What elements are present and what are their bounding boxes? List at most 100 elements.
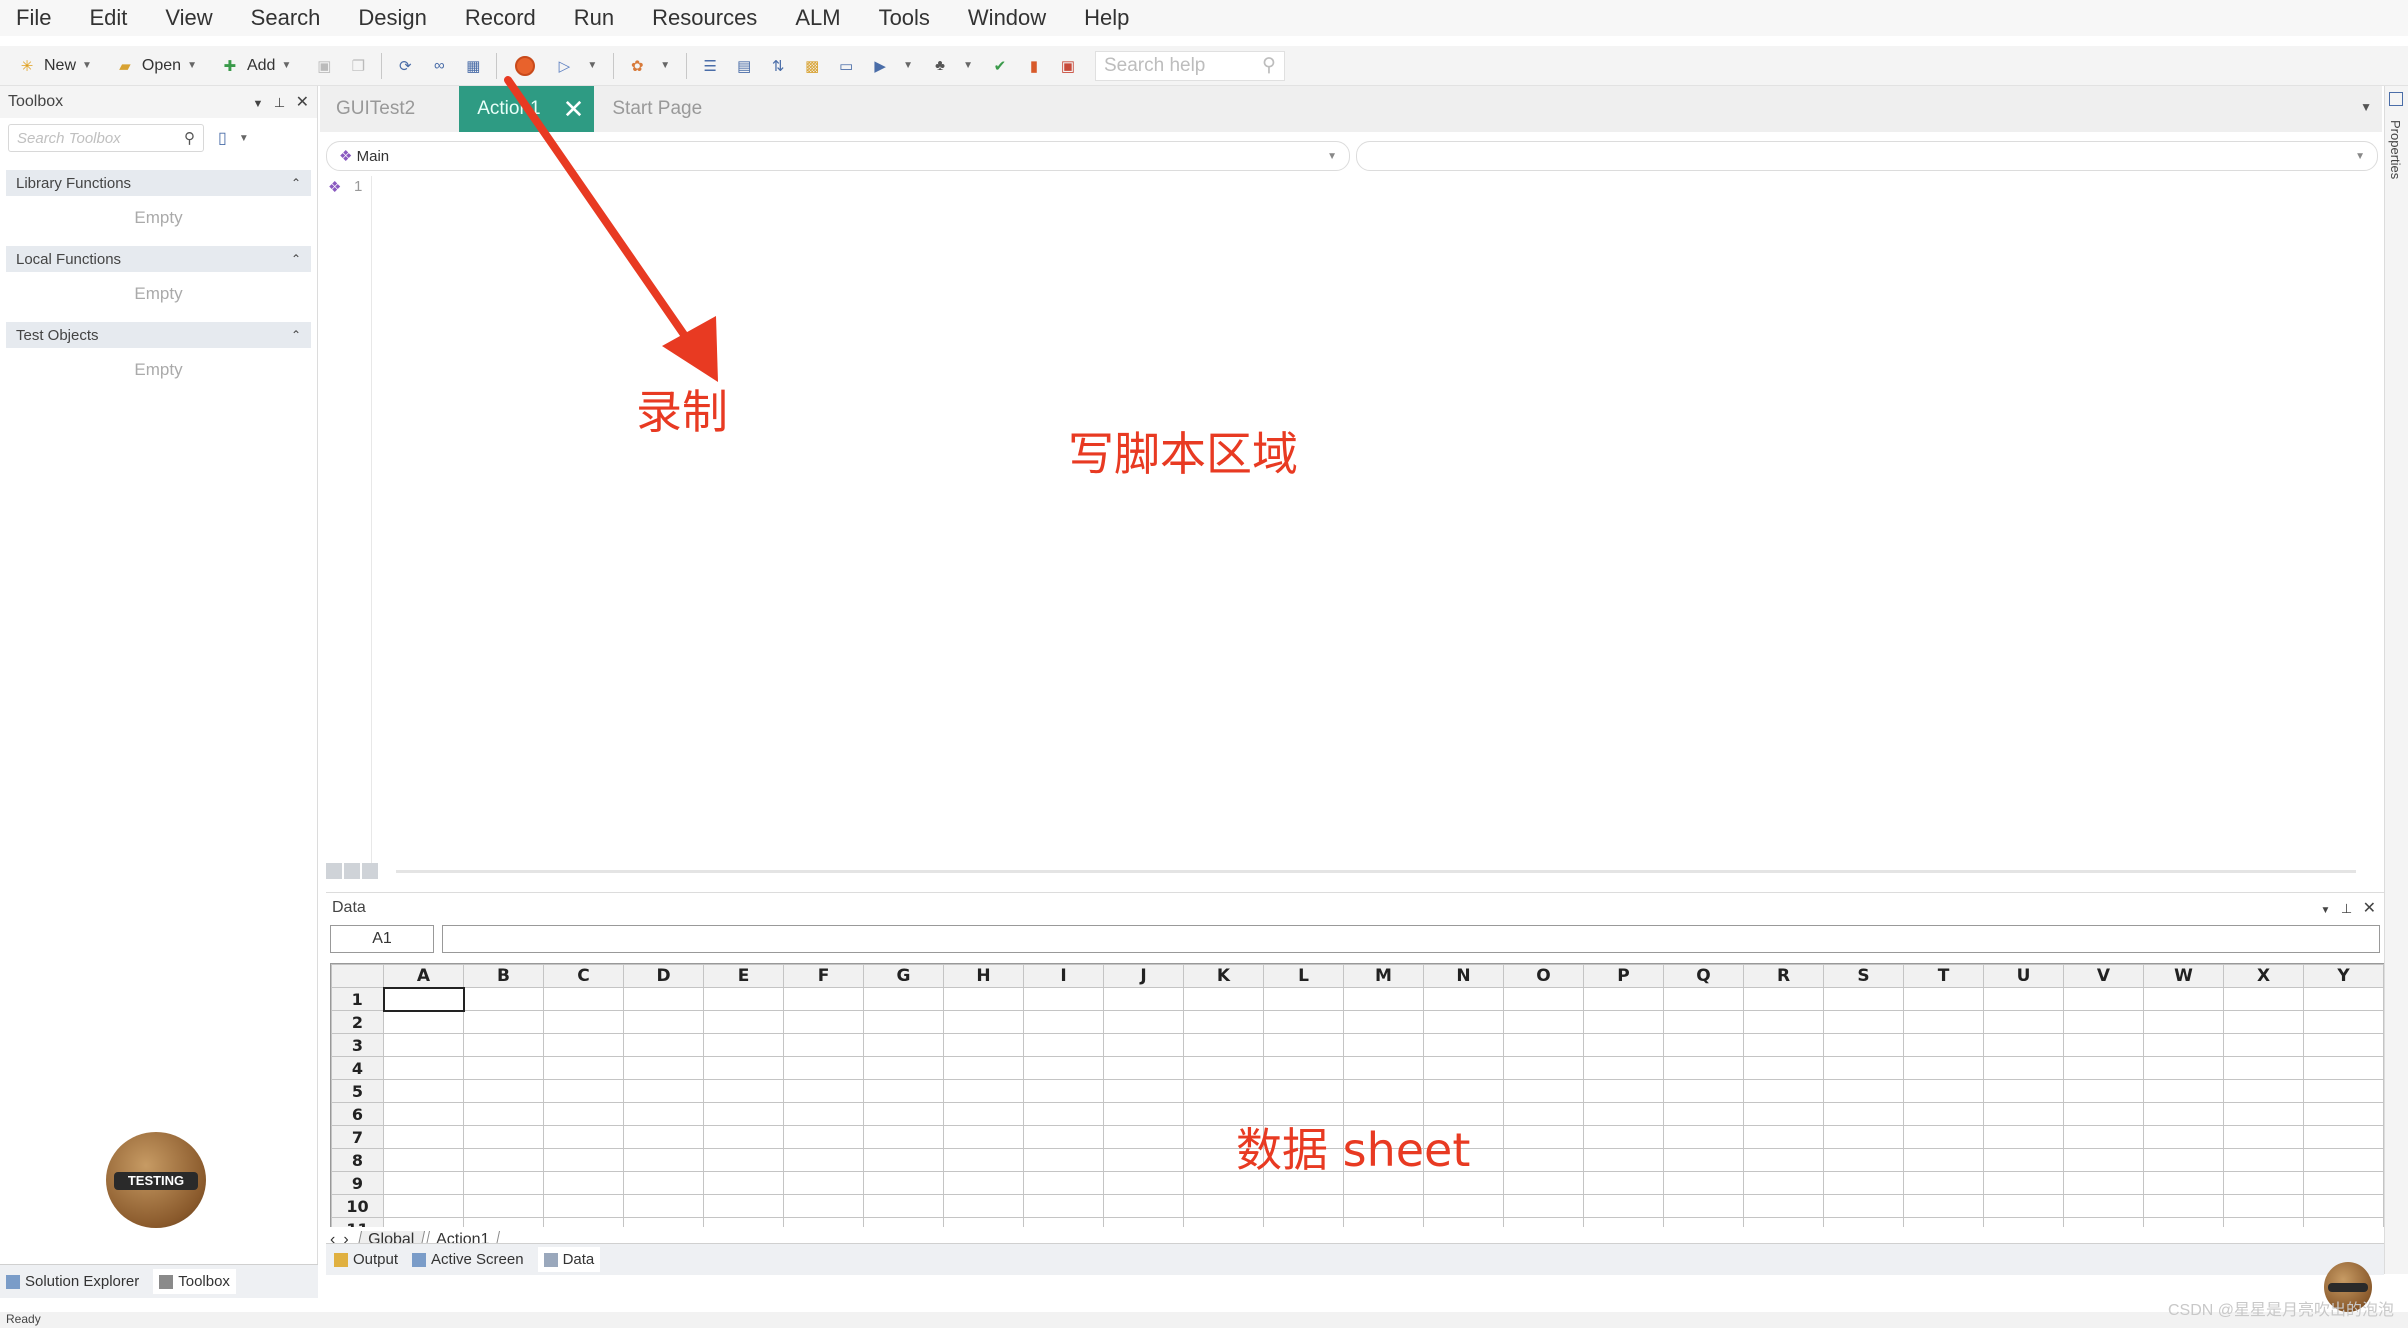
row-header[interactable]: 8 (331, 1148, 384, 1172)
sheet-cell[interactable] (1023, 987, 1104, 1011)
tab-guitest2[interactable]: GUITest2 (320, 86, 459, 132)
sheet-cell[interactable] (383, 1194, 464, 1218)
sheet-cell[interactable] (1343, 1217, 1424, 1227)
sheet-cell[interactable] (1983, 1010, 2064, 1034)
sheet-cell[interactable] (2303, 1033, 2384, 1057)
sheet-cell[interactable] (2143, 1194, 2224, 1218)
spy-icon[interactable]: ✔ (990, 56, 1010, 76)
sheet-cell[interactable] (2303, 1056, 2384, 1080)
add-button[interactable]: ✚ Add ▼ (213, 51, 301, 81)
sheet-cell[interactable] (1583, 1125, 1664, 1149)
toolbox-options-icon[interactable]: ▯ (218, 128, 227, 148)
sheet-cell[interactable] (1903, 1010, 1984, 1034)
editor-horizontal-scrollbar[interactable] (326, 862, 2382, 880)
sheet-cell[interactable] (2143, 1010, 2224, 1034)
sheet-cell[interactable] (543, 1125, 624, 1149)
sheet-cell[interactable] (1903, 1056, 1984, 1080)
sheet-cell[interactable] (1903, 1171, 1984, 1195)
sheet-cell[interactable] (463, 1171, 544, 1195)
tab-active-screen[interactable]: Active Screen (412, 1251, 524, 1268)
sheet-cell[interactable] (2223, 1033, 2304, 1057)
close-icon[interactable]: ✕ (2363, 900, 2376, 917)
record-button[interactable] (515, 55, 536, 76)
column-header[interactable]: P (1583, 964, 1664, 988)
collapse-icon[interactable]: ⌃ (291, 252, 301, 266)
sheet-cell[interactable] (1903, 1148, 1984, 1172)
sheet-cell[interactable] (2303, 1171, 2384, 1195)
menu-search[interactable]: Search (251, 5, 321, 31)
sheet-cell[interactable] (623, 1010, 704, 1034)
sheet-cell[interactable] (2303, 1217, 2384, 1227)
sheet-cell[interactable] (1183, 1033, 1264, 1057)
sheet-cell[interactable] (1183, 987, 1264, 1011)
search-help-input[interactable]: Search help ⚲ (1094, 50, 1285, 81)
sheet-cell[interactable] (703, 1010, 784, 1034)
sheet-cell[interactable] (1263, 1056, 1344, 1080)
sheet-cell[interactable] (2223, 1217, 2304, 1227)
sheet-cell[interactable] (1503, 987, 1584, 1011)
sheet-cell[interactable] (2063, 1171, 2144, 1195)
list-icon[interactable]: ☰ (700, 56, 720, 76)
sheet-cell[interactable] (383, 1217, 464, 1227)
column-header[interactable]: R (1743, 964, 1824, 988)
section-local-functions[interactable]: Local Functions ⌃ (6, 246, 311, 272)
column-header[interactable]: C (543, 964, 624, 988)
sheet-cell[interactable] (2223, 1194, 2304, 1218)
sheet-cell[interactable] (1343, 1194, 1424, 1218)
chevron-down-icon[interactable]: ▼ (660, 60, 670, 71)
column-header[interactable]: K (1183, 964, 1264, 988)
member-dropdown[interactable]: ▼ (1356, 141, 2378, 171)
zoom-in-icon[interactable] (326, 863, 342, 879)
zoom-out-icon[interactable] (344, 863, 360, 879)
sheet-cell[interactable] (1823, 1217, 1904, 1227)
sheet-cell[interactable] (623, 1194, 704, 1218)
tab-start-page[interactable]: Start Page (594, 86, 720, 132)
sheet-cell[interactable] (703, 1125, 784, 1149)
sheet-cell[interactable] (1343, 1010, 1424, 1034)
sheet-cell[interactable] (2143, 1148, 2224, 1172)
sheet-cell[interactable] (783, 1102, 864, 1126)
sheet-cell[interactable] (1023, 1194, 1104, 1218)
menu-window[interactable]: Window (968, 5, 1046, 31)
sheet-cell[interactable] (2303, 1079, 2384, 1103)
sheet-cell[interactable] (863, 1217, 944, 1227)
sheet-cell[interactable] (703, 1102, 784, 1126)
sheet-cell[interactable] (2143, 1217, 2224, 1227)
sheet-cell[interactable] (543, 1056, 624, 1080)
sheet-cell[interactable] (2223, 1056, 2304, 1080)
sheet-cell[interactable] (463, 1148, 544, 1172)
sheet-cell[interactable] (703, 1217, 784, 1227)
sheet-cell[interactable] (1023, 1010, 1104, 1034)
column-header[interactable]: I (1023, 964, 1104, 988)
sheet-cell[interactable] (463, 1125, 544, 1149)
sheet-cell[interactable] (1423, 1194, 1504, 1218)
sheet-cell[interactable] (543, 1033, 624, 1057)
sheet-cell[interactable] (463, 1079, 544, 1103)
column-header[interactable]: F (783, 964, 864, 988)
row-header[interactable]: 11 (331, 1217, 384, 1227)
sheet-cell[interactable] (1823, 1079, 1904, 1103)
sheet-cell[interactable] (383, 1033, 464, 1057)
chevron-down-icon[interactable]: ▼ (903, 60, 913, 71)
sheet-cell[interactable] (1343, 987, 1424, 1011)
sheet-cell[interactable] (1903, 1102, 1984, 1126)
menu-record[interactable]: Record (465, 5, 536, 31)
sheet-cell[interactable] (943, 1010, 1024, 1034)
calculator-icon[interactable]: ▦ (463, 56, 483, 76)
column-header[interactable]: N (1423, 964, 1504, 988)
sheet-cell[interactable] (1983, 1079, 2064, 1103)
section-library-functions[interactable]: Library Functions ⌃ (6, 170, 311, 196)
sheet-cell[interactable] (1583, 1033, 1664, 1057)
sheet-cell[interactable] (1183, 1217, 1264, 1227)
sheet-cell[interactable] (1023, 1056, 1104, 1080)
chevron-down-icon[interactable]: ▼ (239, 133, 249, 144)
menu-alm[interactable]: ALM (795, 5, 840, 31)
sheet-cell[interactable] (1743, 1125, 1824, 1149)
sheet-cell[interactable] (943, 1079, 1024, 1103)
sheet-cell[interactable] (703, 1194, 784, 1218)
sheet-cell[interactable] (1103, 1194, 1184, 1218)
row-header[interactable]: 3 (331, 1033, 384, 1057)
sheet-cell[interactable] (1583, 1056, 1664, 1080)
column-header[interactable]: T (1903, 964, 1984, 988)
sheet-cell[interactable] (2223, 1171, 2304, 1195)
